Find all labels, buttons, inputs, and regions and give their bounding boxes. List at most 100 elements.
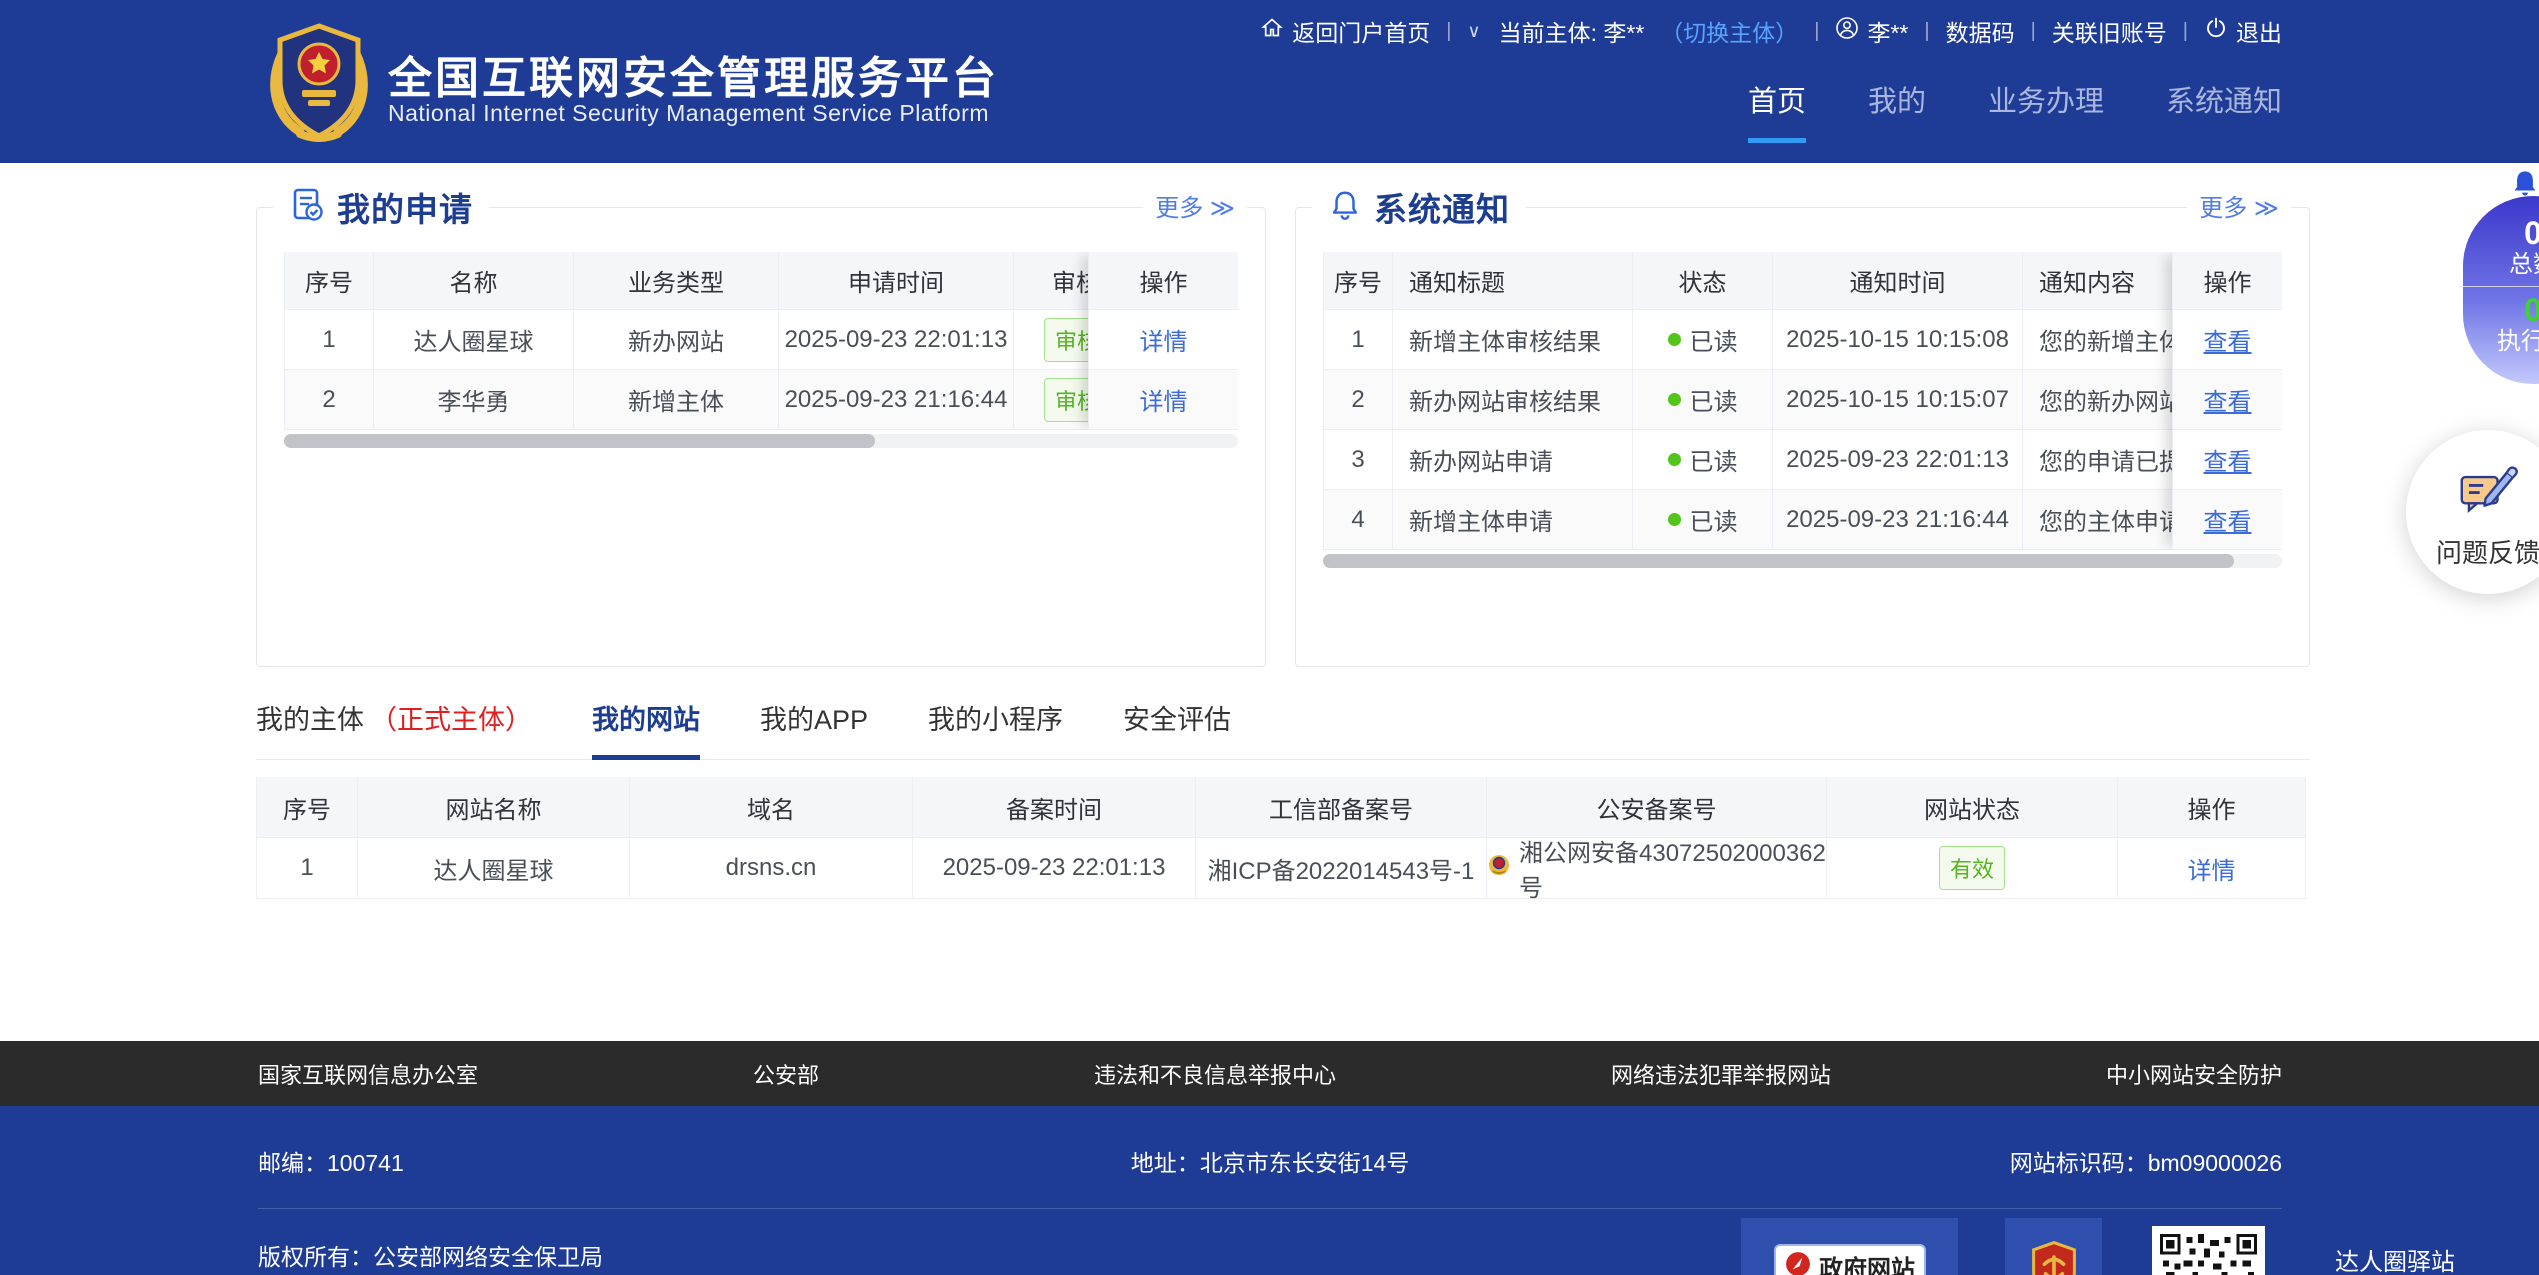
- col-no: 序号: [1323, 252, 1393, 310]
- footer-link-report-center[interactable]: 违法和不良信息举报中心: [1094, 1058, 1336, 1090]
- current-subject[interactable]: ∨ 当前主体: 李** （切换主体）: [1467, 14, 1798, 48]
- page: 全国互联网安全管理服务平台 National Internet Security…: [0, 0, 2539, 1275]
- main-nav: 首页 我的 业务办理 系统通知: [1748, 78, 2282, 143]
- return-portal-link[interactable]: 返回门户首页: [1260, 14, 1430, 48]
- copyright: 版权所有：公安部网络安全保卫局: [258, 1238, 603, 1272]
- separator: |: [1814, 20, 1819, 43]
- table-header-row: 序号 通知标题 状态 通知时间 通知内容: [1323, 252, 2282, 310]
- old-account-link[interactable]: 关联旧账号: [2052, 14, 2167, 48]
- utility-bar: 返回门户首页 | ∨ 当前主体: 李** （切换主体） | 李** | 数据码 …: [1260, 14, 2282, 48]
- my-applications-title: 我的申请: [337, 183, 473, 231]
- notification-bell-icon[interactable]: [2510, 168, 2539, 198]
- nav-item-business[interactable]: 业务办理: [1988, 78, 2104, 143]
- system-notifications-header: 系统通知: [1312, 182, 1526, 232]
- site-credit: 达人圈驿站@DRSNS: [2335, 1242, 2539, 1275]
- address: 地址：北京市东长安街14号: [1131, 1144, 1410, 1178]
- my-applications-panel: 我的申请 更多 ≫ 序号 名称 业务类型 申请时间 审核状态 1 达人圈星球 新…: [256, 207, 1266, 667]
- horizontal-scrollbar[interactable]: [284, 434, 1238, 448]
- footer-links-band: 国家互联网信息办公室 公安部 违法和不良信息举报中心 网络违法犯罪举报网站 中小…: [0, 1041, 2539, 1106]
- read-status-dot: [1668, 393, 1681, 406]
- gov-flag-icon: [1785, 1251, 1811, 1275]
- table-row: 4 新增主体申请 已读 2025-09-23 21:16:44 您的主体申请已提: [1323, 490, 2282, 550]
- view-link[interactable]: 查看: [2204, 502, 2252, 537]
- my-applications-header: 我的申请: [273, 182, 489, 232]
- page-subtitle: National Internet Security Management Se…: [388, 100, 989, 127]
- col-name: 名称: [374, 252, 574, 310]
- col-police-record: 公安备案号: [1487, 777, 1827, 838]
- tab-my-miniprogram[interactable]: 我的小程序: [928, 698, 1063, 759]
- applications-more-link[interactable]: 更多 ≫: [1143, 194, 1247, 224]
- tab-my-subject[interactable]: 我的主体（正式主体）: [256, 698, 532, 759]
- user-icon: [1835, 16, 1859, 46]
- view-link[interactable]: 查看: [2204, 382, 2252, 417]
- switch-subject-link[interactable]: （切换主体）: [1660, 14, 1798, 48]
- data-code-link[interactable]: 数据码: [1946, 14, 2015, 48]
- fixed-action-column: 操作 查看 查看 查看 查看: [2172, 252, 2282, 550]
- feedback-label: 问题反馈: [2406, 533, 2539, 570]
- footer-divider: [258, 1208, 2282, 1209]
- col-status: 状态: [1633, 252, 1773, 310]
- logout-link[interactable]: 退出: [2204, 14, 2282, 48]
- websites-table: 序号 网站名称 域名 备案时间 工信部备案号 公安备案号 网站状态 操作 1 达…: [256, 777, 2310, 899]
- applications-table: 序号 名称 业务类型 申请时间 审核状态 1 达人圈星球 新办网站 2025-0…: [284, 252, 1238, 430]
- task-counter-widget[interactable]: 0 总数 0 执行中: [2463, 196, 2539, 384]
- col-no: 序号: [284, 252, 374, 310]
- system-notifications-panel: 系统通知 更多 ≫ 序号 通知标题 状态 通知时间 通知内容 1 新增主体审核结…: [1295, 207, 2310, 667]
- running-label: 执行中: [2463, 327, 2539, 357]
- total-count: 0: [2463, 216, 2539, 250]
- double-arrow-icon: ≫: [2254, 195, 2279, 222]
- col-no: 序号: [256, 777, 358, 838]
- feedback-pencil-icon: [2457, 507, 2519, 524]
- read-status-dot: [1668, 453, 1681, 466]
- document-check-icon: [289, 187, 325, 228]
- separator: |: [1924, 20, 1929, 43]
- running-count: 0: [2463, 293, 2539, 327]
- feedback-button[interactable]: 问题反馈: [2406, 430, 2539, 594]
- nav-item-mine[interactable]: 我的: [1868, 78, 1926, 143]
- chevron-down-icon: ∨: [1467, 21, 1480, 42]
- footer-link-mps[interactable]: 公安部: [753, 1058, 819, 1090]
- col-icp: 工信部备案号: [1196, 777, 1487, 838]
- read-status-dot: [1668, 333, 1681, 346]
- section-tabs: 我的主体（正式主体） 我的网站 我的APP 我的小程序 安全评估: [256, 698, 2310, 760]
- col-record-time: 备案时间: [913, 777, 1196, 838]
- footer: 邮编：100741 地址：北京市东长安街14号 网站标识码：bm09000026…: [0, 1106, 2539, 1275]
- site-code: 网站标识码：bm09000026: [2010, 1144, 2282, 1178]
- subject-type-label: （正式主体）: [370, 698, 532, 741]
- col-action: 操作: [2173, 252, 2282, 310]
- footer-link-site-protection[interactable]: 中小网站安全防护: [2106, 1058, 2282, 1090]
- detail-link[interactable]: 详情: [1140, 322, 1188, 357]
- home-icon: [1260, 16, 1284, 46]
- footer-link-cybercrime[interactable]: 网络违法犯罪举报网站: [1611, 1058, 1831, 1090]
- bell-icon: [1328, 188, 1362, 227]
- detail-link[interactable]: 详情: [1140, 382, 1188, 417]
- police-emblem-icon: [1487, 853, 1511, 884]
- col-type: 业务类型: [574, 252, 779, 310]
- view-link[interactable]: 查看: [2204, 322, 2252, 357]
- notifications-table: 序号 通知标题 状态 通知时间 通知内容 1 新增主体审核结果 已读 2025-…: [1323, 252, 2282, 550]
- qr-code: [2152, 1226, 2265, 1275]
- double-arrow-icon: ≫: [1210, 195, 1235, 222]
- header: 全国互联网安全管理服务平台 National Internet Security…: [0, 0, 2539, 163]
- table-row: 3 新办网站申请 已读 2025-09-23 22:01:13 您的申请已提交，: [1323, 430, 2282, 490]
- user-menu[interactable]: 李**: [1835, 14, 1908, 48]
- horizontal-scrollbar[interactable]: [1323, 554, 2282, 568]
- tab-my-app[interactable]: 我的APP: [760, 698, 868, 759]
- view-link[interactable]: 查看: [2204, 442, 2252, 477]
- notifications-more-link[interactable]: 更多 ≫: [2187, 194, 2291, 224]
- table-row: 1 新增主体审核结果 已读 2025-10-15 10:15:08 您的新增主体…: [1323, 310, 2282, 370]
- separator: |: [2031, 20, 2036, 43]
- red-shield-badge[interactable]: [2005, 1218, 2102, 1275]
- footer-link-cac[interactable]: 国家互联网信息办公室: [258, 1058, 478, 1090]
- table-row: 1 达人圈星球 drsns.cn 2025-09-23 22:01:13 湘IC…: [256, 838, 2310, 899]
- nav-item-home[interactable]: 首页: [1748, 78, 1806, 143]
- detail-link[interactable]: 详情: [2188, 851, 2236, 886]
- postcode: 邮编：100741: [258, 1144, 404, 1178]
- nav-item-notice[interactable]: 系统通知: [2166, 78, 2282, 143]
- col-name: 网站名称: [358, 777, 630, 838]
- gov-site-badge[interactable]: 政府网站: [1741, 1218, 1958, 1275]
- total-label: 总数: [2463, 250, 2539, 280]
- tab-security-assessment[interactable]: 安全评估: [1123, 698, 1231, 759]
- divider: [2463, 286, 2539, 287]
- tab-my-website[interactable]: 我的网站: [592, 698, 700, 760]
